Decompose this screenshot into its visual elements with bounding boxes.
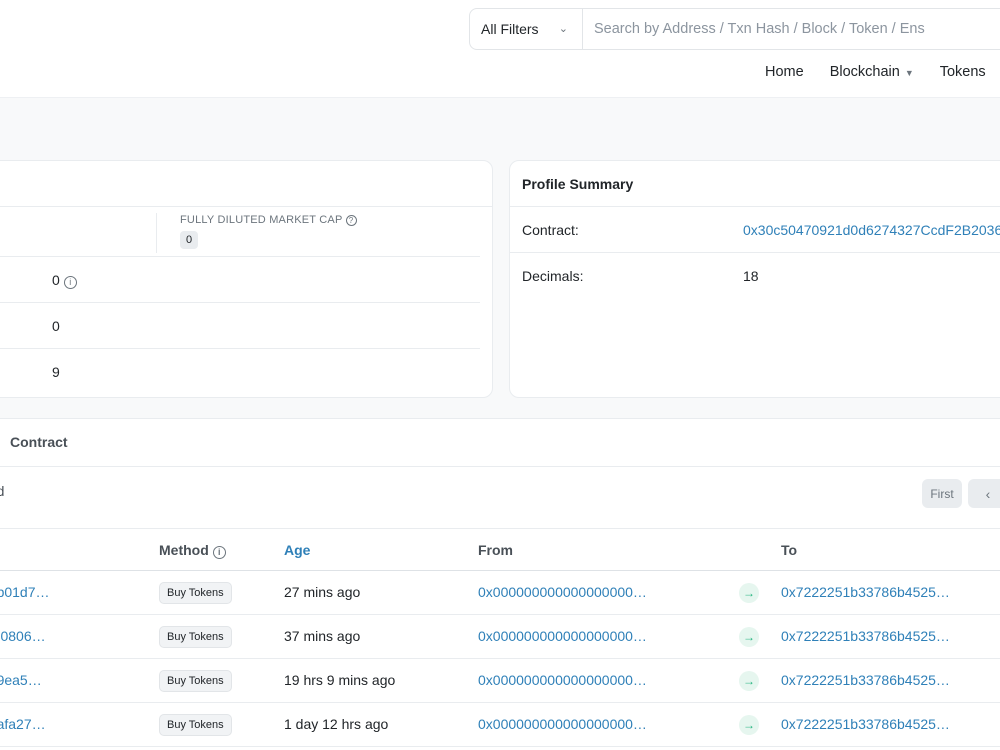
from-address-link[interactable]: 0x000000000000000000… [478,672,647,688]
main-nav: Home Blockchain ▼ Tokens [765,64,1000,80]
market-cap-label: FULLY DILUTED MARKET CAP? [180,214,357,226]
arrow-right-icon: → [739,627,759,647]
table-row: 7db01d7… Buy Tokens 27 mins ago 0x000000… [0,571,1000,615]
overview-card: FULLY DILUTED MARKET CAP? 0 0i 0 9 [0,160,493,398]
txn-age: 19 hrs 9 mins ago [284,672,396,688]
nav-home-label: Home [765,64,804,80]
arrow-right-icon: → [739,671,759,691]
nav-blockchain[interactable]: Blockchain ▼ [830,64,914,80]
overview-row: 0i [0,257,480,303]
market-cap-label-text: FULLY DILUTED MARKET CAP [180,214,343,226]
nav-tokens-label: Tokens [939,64,986,80]
table-row: fd30806… Buy Tokens 37 mins ago 0x000000… [0,615,1000,659]
txn-age: 1 day 12 hrs ago [284,716,389,732]
column-to: To [781,542,798,558]
decimals-label: Decimals: [522,268,584,284]
method-badge: Buy Tokens [159,626,232,648]
to-address-link[interactable]: 0x7222251b33786b4525… [781,672,950,688]
nav-tokens[interactable]: Tokens [940,64,986,80]
contract-label: Contract: [522,222,579,238]
contract-row: Contract: 0x30c50470921d0d6274327CcdF2B2… [510,207,1000,253]
overview-card-header [0,161,492,207]
overview-value-text: 0 [52,272,60,288]
info-icon[interactable]: i [212,546,226,559]
nav-home[interactable]: Home [765,64,804,80]
txn-hash-link[interactable]: aeafa27… [0,716,46,732]
table-header: Method i Age From To [0,529,1000,571]
search-input[interactable] [583,9,1000,49]
to-address-link[interactable]: 0x7222251b33786b4525… [781,716,950,732]
txn-age: 27 mins ago [284,584,361,600]
overview-row: 9 [0,349,480,395]
pager-prev-button[interactable]: ‹ [968,479,1000,508]
chevron-down-icon: ▼ [904,68,914,78]
nav-blockchain-label: Blockchain [829,64,900,80]
txn-hash-link[interactable]: 7db01d7… [0,584,50,600]
arrow-right-icon: → [739,583,759,603]
decimals-value: 18 [743,268,759,284]
overview-value: 0 [52,318,60,334]
pager-first-button[interactable]: First [922,479,962,508]
transactions-card: Contract und First ‹ Methodi Age From To… [0,418,1000,750]
table-toolbar: und First ‹ [0,467,1000,529]
column-method-label: Method [159,542,209,558]
method-badge: Buy Tokens [159,582,232,604]
market-cap-row: FULLY DILUTED MARKET CAP? 0 [0,207,480,257]
info-icon[interactable]: i [63,276,77,289]
from-address-link[interactable]: 0x000000000000000000… [478,584,647,600]
txn-hash-link[interactable]: 509ea5… [0,672,42,688]
tab-bar: Contract [0,419,1000,467]
method-badge: Buy Tokens [159,670,232,692]
top-header: All Filters ⌄ Home Blockchain ▼ Tokens [0,0,1000,98]
profile-summary-card: Profile Summary Contract: 0x30c50470921d… [509,160,1000,398]
overview-value: 0i [52,272,77,289]
column-divider [156,213,157,253]
column-from: From [478,542,513,558]
tab-contract[interactable]: Contract [10,434,68,450]
arrow-right-icon: → [739,715,759,735]
market-cap-value: 0 [180,231,199,249]
column-age[interactable]: Age [284,542,310,558]
column-method: Method i [159,542,226,559]
question-icon[interactable]: ? [345,215,357,226]
contract-address-link[interactable]: 0x30c50470921d0d6274327CcdF2B2036 [743,222,1000,238]
filter-select-label: All Filters [481,21,539,37]
records-found-text: und [0,483,5,499]
method-badge: Buy Tokens [159,714,232,736]
to-address-link[interactable]: 0x7222251b33786b4525… [781,628,950,644]
from-address-link[interactable]: 0x000000000000000000… [478,628,647,644]
overview-row: 0 [0,303,480,349]
search-bar: All Filters ⌄ [469,8,1000,50]
profile-summary-title: Profile Summary [510,161,1000,207]
filter-select[interactable]: All Filters ⌄ [470,9,583,49]
chevron-down-icon: ⌄ [558,23,568,35]
from-address-link[interactable]: 0x000000000000000000… [478,716,647,732]
decimals-row: Decimals: 18 [510,253,1000,299]
txn-age: 37 mins ago [284,628,361,644]
txn-hash-link[interactable]: fd30806… [0,628,46,644]
table-row: 509ea5… Buy Tokens 19 hrs 9 mins ago 0x0… [0,659,1000,703]
table-row: aeafa27… Buy Tokens 1 day 12 hrs ago 0x0… [0,703,1000,747]
to-address-link[interactable]: 0x7222251b33786b4525… [781,584,950,600]
overview-value: 9 [52,364,60,380]
